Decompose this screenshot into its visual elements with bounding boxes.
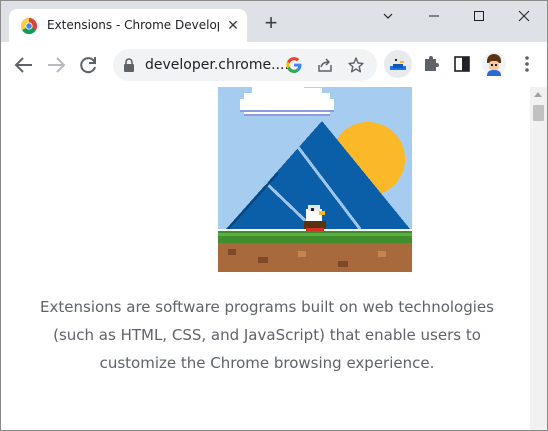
- pixel-bird-extension-icon: [390, 58, 406, 70]
- chrome-logo-icon: [21, 18, 37, 34]
- puzzle-icon[interactable]: [420, 53, 442, 75]
- scroll-up-arrow-icon[interactable]: [534, 92, 542, 97]
- lock-icon[interactable]: [121, 57, 137, 73]
- side-panel-icon[interactable]: [451, 53, 473, 75]
- back-icon[interactable]: [12, 53, 36, 77]
- url-text[interactable]: developer.chrome....: [145, 57, 289, 73]
- new-tab-button[interactable]: +: [261, 12, 281, 34]
- tab-strip: Extensions - Chrome Developers ✕ +: [1, 1, 547, 42]
- reload-icon[interactable]: [76, 53, 100, 77]
- forward-icon[interactable]: [44, 53, 68, 77]
- close-icon[interactable]: ✕: [225, 17, 241, 33]
- tab-title: Extensions - Chrome Developers: [47, 18, 219, 32]
- cloud-icon: [240, 87, 334, 116]
- avatar[interactable]: [482, 52, 506, 76]
- browser-window: Extensions - Chrome Developers ✕ +: [0, 0, 548, 431]
- toolbar: developer.chrome....: [1, 42, 547, 88]
- scrollbar-thumb[interactable]: [533, 105, 544, 121]
- intro-paragraph: Extensions are software programs built o…: [40, 298, 494, 372]
- google-icon[interactable]: [285, 56, 303, 74]
- extension-button[interactable]: [384, 50, 412, 78]
- vertical-scrollbar[interactable]: [530, 87, 547, 430]
- close-window-icon: [518, 10, 530, 22]
- page-content: Extensions are software programs built o…: [1, 87, 547, 430]
- address-bar[interactable]: developer.chrome....: [113, 49, 377, 81]
- maximize-button[interactable]: [459, 5, 499, 29]
- minimize-button[interactable]: [414, 5, 454, 29]
- bookmark-star-icon[interactable]: [347, 56, 365, 74]
- more-menu-icon[interactable]: [516, 53, 538, 75]
- close-window-button[interactable]: [504, 5, 544, 29]
- maximize-icon: [474, 11, 484, 21]
- minimize-icon: [429, 15, 439, 17]
- tab-search-button[interactable]: [368, 5, 408, 29]
- tab-extensions[interactable]: Extensions - Chrome Developers ✕: [9, 9, 247, 42]
- hero-pixel-illustration: [218, 87, 412, 272]
- chevron-down-icon: [383, 13, 393, 19]
- share-icon[interactable]: [316, 56, 334, 74]
